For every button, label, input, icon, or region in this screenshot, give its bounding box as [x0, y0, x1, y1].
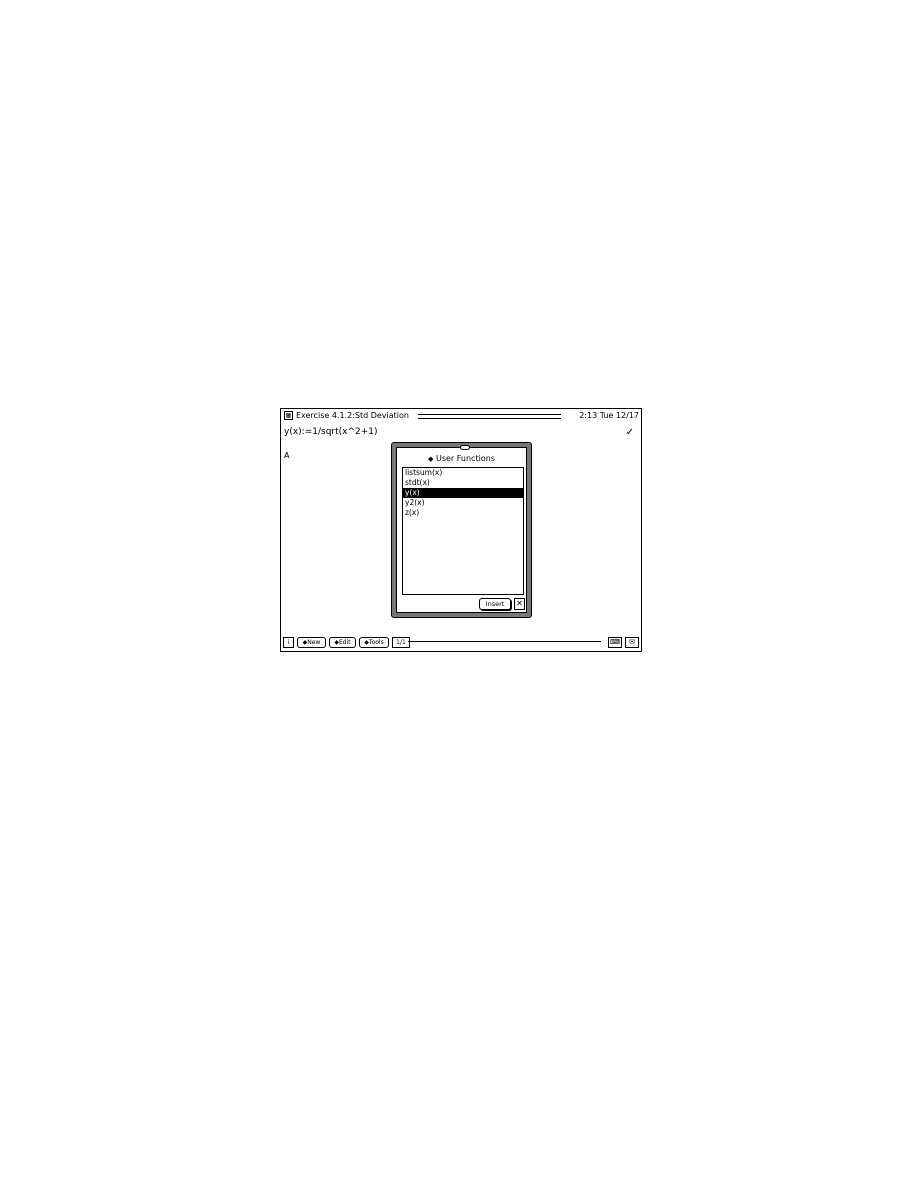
formula-entry[interactable]: y(x):=1/sqrt(x^2+1) [284, 426, 378, 438]
list-item[interactable]: y2(x) [403, 498, 523, 508]
list-item[interactable]: z(x) [403, 508, 523, 518]
tools-button-label: Tools [368, 639, 384, 646]
new-button[interactable]: ◆New [297, 637, 326, 648]
title-bar: ▦ Exercise 4.1.2:Std Deviation 2:13 Tue … [283, 410, 639, 422]
dialog-title-text: User Functions [435, 454, 495, 463]
toolbar-divider [408, 641, 601, 642]
check-icon[interactable]: ✓ [626, 427, 634, 439]
edit-button-label: Edit [339, 639, 351, 646]
clock: 2:13 Tue 12/17 [579, 411, 639, 420]
dialog-title: ◆ User Functions [397, 453, 526, 465]
device-screen: ▦ Exercise 4.1.2:Std Deviation 2:13 Tue … [280, 408, 642, 652]
diamond-icon: ◆ [428, 455, 434, 463]
cursor-marker: A [284, 451, 290, 460]
calc-icon[interactable]: ▦ [284, 411, 293, 420]
window-title: Exercise 4.1.2:Std Deviation [296, 411, 409, 420]
keyboard-icon[interactable]: ⌨ [608, 637, 622, 648]
dialog-body: ◆ User Functions listsum(x) stdt(x) y(x)… [396, 445, 527, 613]
insert-button[interactable]: Insert [479, 598, 511, 610]
list-item[interactable]: stdt(x) [403, 478, 523, 488]
user-functions-dialog: ◆ User Functions listsum(x) stdt(x) y(x)… [391, 442, 532, 618]
info-button[interactable]: i [283, 637, 294, 648]
list-item-selected[interactable]: y(x) [403, 488, 523, 498]
bottom-toolbar: i ◆New ◆Edit ◆Tools 1/1 ⌨ ✉ [283, 637, 639, 650]
dialog-grab-handle[interactable] [460, 445, 470, 450]
tools-button[interactable]: ◆Tools [359, 637, 389, 648]
title-divider [418, 414, 561, 419]
close-icon[interactable]: ✕ [514, 598, 525, 610]
list-item[interactable]: listsum(x) [403, 468, 523, 478]
function-list[interactable]: listsum(x) stdt(x) y(x) y2(x) z(x) [402, 467, 524, 595]
page-indicator[interactable]: 1/1 [392, 637, 410, 648]
new-button-label: New [307, 639, 321, 646]
edit-button[interactable]: ◆Edit [329, 637, 356, 648]
envelope-icon[interactable]: ✉ [625, 637, 639, 648]
